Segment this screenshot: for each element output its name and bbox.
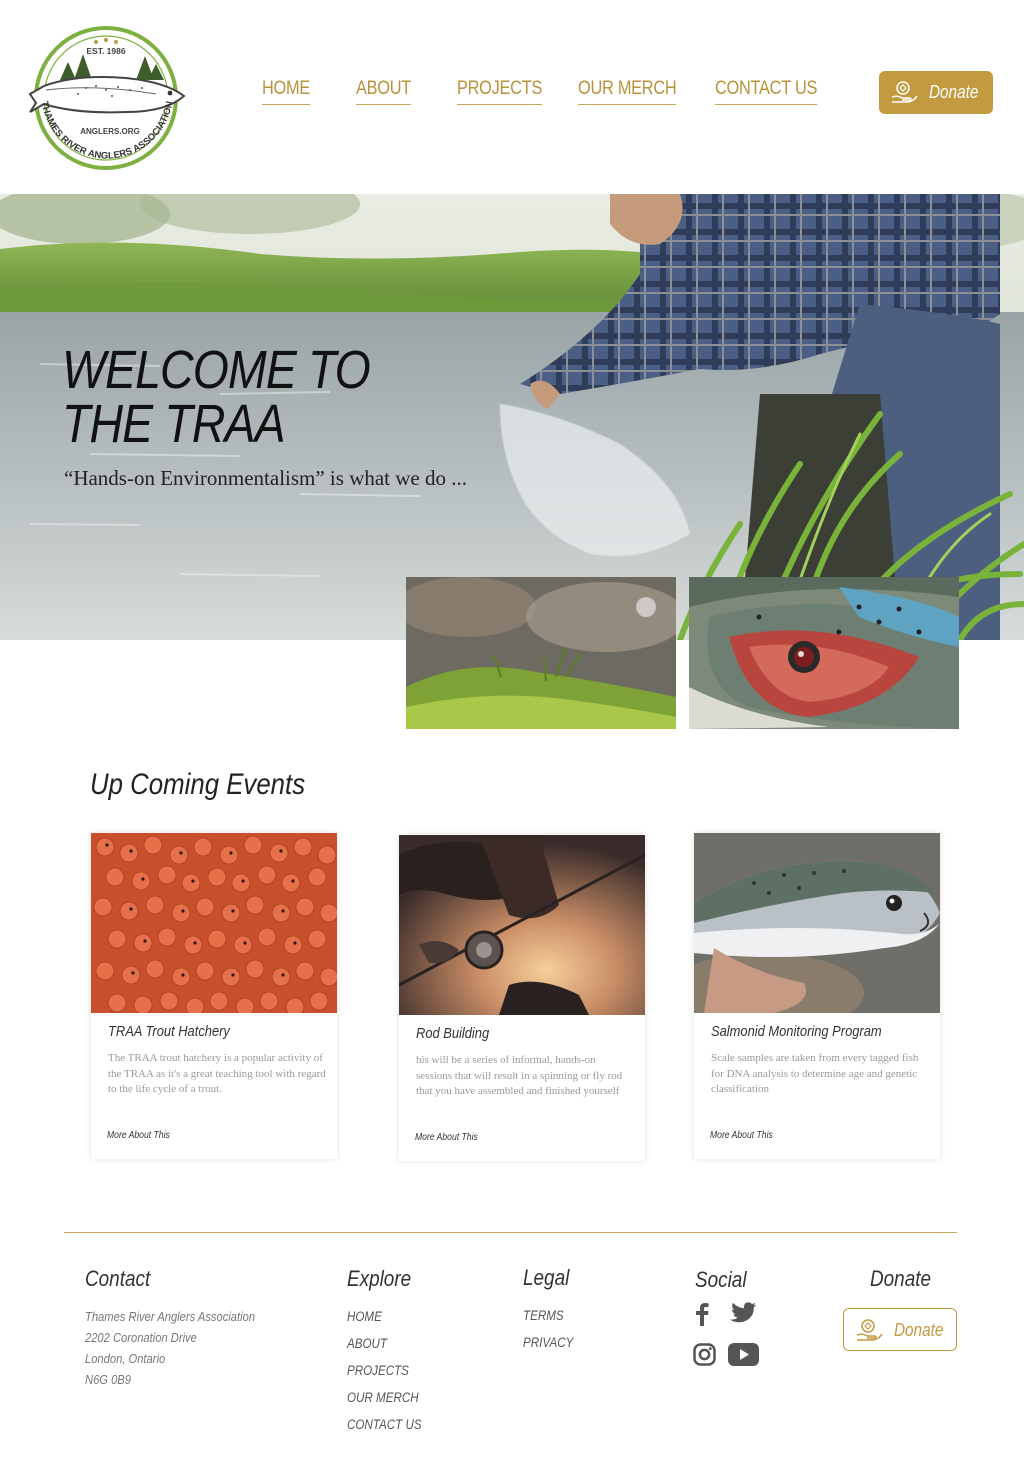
facebook-icon[interactable] [694, 1302, 710, 1326]
footer-link-our-merch[interactable]: OUR MERCH [347, 1390, 419, 1405]
footer-divider [64, 1232, 957, 1233]
nav-our-merch[interactable]: OUR MERCH [578, 78, 677, 105]
event-more-link[interactable]: More About This [107, 1130, 170, 1141]
nav-home[interactable]: HOME [262, 78, 310, 105]
footer-address-line: London, Ontario [85, 1351, 166, 1366]
event-image-eggs [91, 833, 337, 1013]
hero-thumbnail-moss [406, 577, 676, 729]
footer-link-projects[interactable]: PROJECTS [347, 1363, 409, 1378]
twitter-icon[interactable] [729, 1302, 756, 1324]
footer-contact-heading: Contact [85, 1266, 151, 1291]
nav-projects[interactable]: PROJECTS [457, 78, 542, 105]
donate-hand-icon [856, 1319, 883, 1341]
footer-link-terms[interactable]: TERMS [523, 1308, 564, 1323]
hero-title-line2: THE TRAA [62, 394, 286, 454]
footer-legal-heading: Legal [523, 1265, 570, 1290]
youtube-icon[interactable] [728, 1343, 759, 1366]
footer-address-line: 2202 Coronation Drive [85, 1330, 197, 1345]
footer-donate-label: Donate [894, 1320, 944, 1340]
footer-donate-button[interactable]: Donate [843, 1308, 957, 1351]
footer-link-about[interactable]: ABOUT [347, 1336, 387, 1351]
logo-site-text: ANGLERS.ORG [80, 127, 140, 136]
hero-title-line1: WELCOME TO [62, 340, 371, 400]
donate-hand-icon [891, 81, 918, 103]
event-title: Rod Building [416, 1025, 490, 1042]
event-card-hatchery: TRAA Trout Hatchery The TRAA trout hatch… [91, 833, 337, 1159]
event-more-link[interactable]: More About This [415, 1132, 478, 1143]
footer-address-line: Thames River Anglers Association [85, 1309, 256, 1324]
event-card-rod-building: Rod Building his will be a series of inf… [399, 835, 645, 1161]
event-description: his will be a series of informal, hands-… [416, 1054, 623, 1097]
footer-social-heading: Social [695, 1267, 747, 1292]
header-donate-button[interactable]: Donate [879, 71, 993, 114]
nav-contact-us[interactable]: CONTACT US [715, 78, 817, 105]
footer-address-line: N6G 0B9 [85, 1372, 131, 1387]
hero-subtitle: “Hands-on Environmentalism” is what we d… [64, 466, 467, 490]
footer-explore-heading: Explore [347, 1266, 412, 1291]
footer-link-home[interactable]: HOME [347, 1309, 382, 1324]
footer-link-privacy[interactable]: PRIVACY [523, 1335, 573, 1350]
event-title: TRAA Trout Hatchery [108, 1023, 230, 1040]
event-image-salmon [694, 833, 940, 1013]
nav-about[interactable]: ABOUT [356, 78, 411, 105]
site-logo[interactable]: EST. 1986 ANGLERS.ORG THAMES RIVER ANGLE… [26, 24, 188, 174]
header-donate-label: Donate [929, 82, 979, 102]
event-description: Scale samples are taken from every tagge… [711, 1052, 919, 1095]
event-title: Salmonid Monitoring Program [711, 1023, 882, 1040]
instagram-icon[interactable] [693, 1343, 716, 1366]
events-heading: Up Coming Events [90, 768, 306, 801]
hero-thumbnail-trout [689, 577, 959, 729]
footer-link-contact-us[interactable]: CONTACT US [347, 1417, 422, 1432]
logo-est-text: EST. 1986 [86, 46, 125, 56]
event-more-link[interactable]: More About This [710, 1130, 773, 1141]
event-image-fishing-reel [399, 835, 645, 1015]
hero-title: WELCOME TO THE TRAA [62, 340, 371, 454]
event-card-salmonid: Salmonid Monitoring Program Scale sample… [694, 833, 940, 1159]
event-description: The TRAA trout hatchery is a popular act… [108, 1052, 326, 1095]
footer-donate-heading: Donate [870, 1266, 932, 1291]
